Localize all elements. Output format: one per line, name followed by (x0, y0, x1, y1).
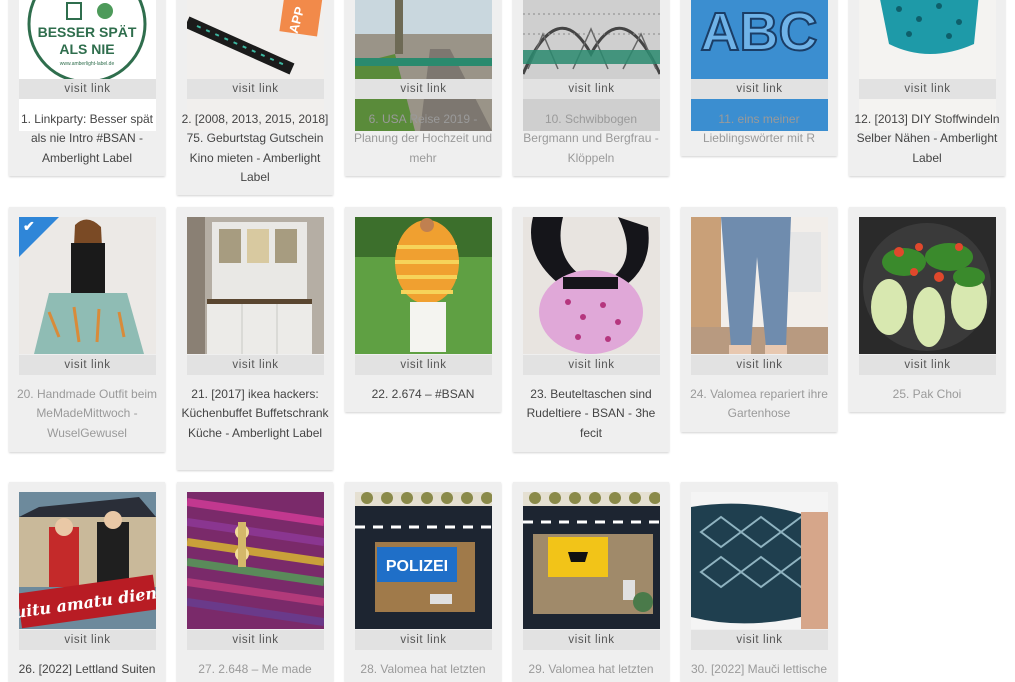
item-title[interactable]: 23. Beuteltaschen sind Rudeltiere - BSAN… (517, 385, 665, 443)
visit-link-button[interactable]: visit link (691, 630, 828, 650)
gallery-card[interactable]: visit link 25. Pak Choi (849, 207, 1005, 412)
item-title[interactable]: 29. Valomea hat letzten (517, 660, 665, 679)
visit-link-button[interactable]: visit link (523, 355, 660, 375)
visit-link-button[interactable]: visit link (523, 79, 660, 99)
visit-link-button[interactable]: visit link (859, 79, 996, 99)
svg-text:BESSER SPÄT: BESSER SPÄT (38, 24, 137, 40)
thumbnail-image[interactable] (691, 492, 828, 629)
gallery-card[interactable]: ABC visit link 11. eins meiner Lieblings… (681, 0, 837, 156)
gallery-card[interactable]: visit link 23. Beuteltaschen sind Rudelt… (513, 207, 669, 452)
visit-link-button[interactable]: visit link (355, 630, 492, 650)
thumbnail-image[interactable]: POLIZEI (355, 492, 492, 629)
item-title[interactable]: 28. Valomea hat letzten (349, 660, 497, 679)
svg-text:www.amberlight-label.de: www.amberlight-label.de (60, 61, 115, 67)
visit-link-button[interactable]: visit link (355, 355, 492, 375)
gallery-card[interactable]: visit link 10. Schwibbogen Bergmann und … (513, 0, 669, 176)
gallery-card[interactable]: visit link 21. [2017] ikea hackers: Küch… (177, 207, 333, 470)
svg-text:ALS NIE: ALS NIE (59, 41, 114, 57)
thumbnail-image[interactable] (523, 492, 660, 629)
gallery-card[interactable]: ✔ visit link 20. Handmade Outfit beim Me… (9, 207, 165, 452)
item-title[interactable]: 10. Schwibbogen Bergmann und Bergfrau - … (517, 110, 665, 168)
item-title[interactable]: 22. 2.674 – #BSAN (349, 385, 497, 404)
gallery-card[interactable]: visit link 22. 2.674 – #BSAN (345, 207, 501, 412)
item-title[interactable]: 11. eins meiner Lieblingswörter mit R (685, 110, 833, 149)
item-title[interactable]: 30. [2022] Mauči lettische (685, 660, 833, 679)
item-title[interactable]: 6. USA Reise 2019 - Planung der Hochzeit… (349, 110, 497, 168)
thumbnail-image[interactable] (523, 217, 660, 354)
visit-link-button[interactable]: visit link (691, 79, 828, 99)
thumbnail-image[interactable] (187, 492, 324, 629)
visit-link-button[interactable]: visit link (691, 355, 828, 375)
thumbnail-image[interactable] (691, 217, 828, 354)
visit-link-button[interactable]: visit link (19, 79, 156, 99)
visit-link-button[interactable]: visit link (859, 355, 996, 375)
visit-link-button[interactable]: visit link (523, 630, 660, 650)
visit-link-button[interactable]: visit link (187, 630, 324, 650)
visit-link-button[interactable]: visit link (187, 79, 324, 99)
thumbnail-image[interactable] (187, 217, 324, 354)
thumbnail-image[interactable] (355, 217, 492, 354)
gallery-card[interactable]: visit link 24. Valomea repariert ihre Ga… (681, 207, 837, 432)
svg-text:ABC: ABC (701, 2, 818, 62)
gallery-card[interactable]: visit link 6. USA Reise 2019 - Planung d… (345, 0, 501, 176)
checkmark-icon: ✔ (23, 218, 35, 234)
gallery-card[interactable]: visit link 30. [2022] Mauči lettische (681, 482, 837, 682)
svg-text:POLIZEI: POLIZEI (386, 558, 448, 575)
visit-link-button[interactable]: visit link (355, 79, 492, 99)
gallery-card[interactable]: Suitu amatu diena visit link 26. [2022] … (9, 482, 165, 682)
gallery-card[interactable]: visit link 12. [2013] DIY Stoffwindeln S… (849, 0, 1005, 176)
item-title[interactable]: 2. [2008, 2013, 2015, 2018] 75. Geburtst… (181, 110, 329, 187)
item-title[interactable]: 24. Valomea repariert ihre Gartenhose (685, 385, 833, 424)
item-title[interactable]: 20. Handmade Outfit beim MeMadeMittwoch … (13, 385, 161, 443)
item-title[interactable]: 26. [2022] Lettland Suiten (13, 660, 161, 679)
item-title[interactable]: 25. Pak Choi (853, 385, 1001, 404)
gallery-card[interactable]: visit link 29. Valomea hat letzten (513, 482, 669, 682)
gallery-card[interactable]: BESSER SPÄT ALS NIE www.amberlight-label… (9, 0, 165, 176)
visit-link-button[interactable]: visit link (19, 355, 156, 375)
gallery-card[interactable]: APP visit link 2. [2008, 2013, 2015, 201… (177, 0, 333, 195)
thumbnail-image[interactable] (859, 217, 996, 354)
item-title[interactable]: 21. [2017] ikea hackers: Küchenbuffet Bu… (181, 385, 329, 443)
gallery-card[interactable]: visit link 27. 2.648 – Me made (177, 482, 333, 682)
item-title[interactable]: 1. Linkparty: Besser spät als nie Intro … (13, 110, 161, 168)
item-title[interactable]: 12. [2013] DIY Stoffwindeln Selber Nähen… (853, 110, 1001, 168)
gallery-card[interactable]: POLIZEI visit link 28. Valomea hat letzt… (345, 482, 501, 682)
thumbnail-image[interactable]: Suitu amatu diena (19, 492, 156, 629)
item-title[interactable]: 27. 2.648 – Me made (181, 660, 329, 679)
visit-link-button[interactable]: visit link (187, 355, 324, 375)
visit-link-button[interactable]: visit link (19, 630, 156, 650)
thumbnail-image[interactable]: ✔ (19, 217, 156, 354)
